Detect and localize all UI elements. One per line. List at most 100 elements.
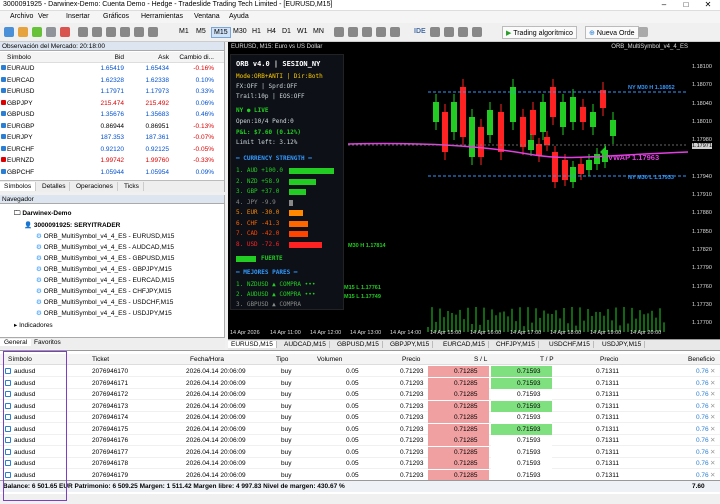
tf-m30[interactable]: M30 bbox=[231, 27, 249, 36]
header-symbol[interactable]: Símbolo bbox=[7, 54, 31, 61]
algo-trading-button[interactable]: ▶ Trading algorítmico bbox=[502, 26, 577, 39]
trendline-icon[interactable] bbox=[106, 27, 116, 37]
chart-tab[interactable]: GBPUSD,M15 bbox=[334, 341, 383, 348]
sl-cell[interactable]: 0.71285 bbox=[428, 435, 489, 446]
market-watch-row[interactable]: EURGBP 0.86944 0.86951 -0.13% bbox=[0, 121, 224, 132]
col-volume[interactable]: Volumen bbox=[317, 356, 342, 363]
sl-cell[interactable]: 0.71285 bbox=[428, 400, 489, 412]
terminal-icon[interactable] bbox=[60, 27, 70, 37]
nav-account[interactable]: 👤 3000091925: SERYITRADER bbox=[24, 221, 120, 229]
tf-h4[interactable]: H4 bbox=[265, 27, 278, 36]
tf-m15[interactable]: M15 bbox=[211, 27, 231, 38]
chart-tab[interactable]: AUDCAD,M15 bbox=[281, 341, 330, 348]
col-ticket[interactable]: Ticket bbox=[92, 356, 109, 363]
header-change[interactable]: Cambio di... bbox=[179, 54, 214, 61]
sl-cell[interactable]: 0.71285 bbox=[428, 377, 489, 389]
market-watch-row[interactable]: EURCAD 1.62328 1.62338 0.10% bbox=[0, 75, 224, 86]
market-watch-row[interactable]: GBPJPY 215.474 215.492 0.06% bbox=[0, 98, 224, 109]
market-watch-row[interactable]: GBPUSD 1.35676 1.35683 0.46% bbox=[0, 109, 224, 120]
tab-detalles[interactable]: Detalles bbox=[38, 182, 71, 191]
trade-row[interactable]: audusd 2076946177 2026.04.14 20:06:09 buy 0.… bbox=[0, 446, 720, 458]
menu-insertar[interactable]: Insertar bbox=[66, 13, 90, 20]
market-watch-row[interactable]: EURNZD 1.99742 1.99760 -0.33% bbox=[0, 155, 224, 166]
cursor-icon[interactable] bbox=[78, 27, 88, 37]
sl-cell[interactable]: 0.71285 bbox=[428, 469, 489, 481]
sl-cell[interactable]: 0.71285 bbox=[428, 366, 489, 377]
tp-cell[interactable]: 0.71593 bbox=[491, 377, 552, 389]
ide-button[interactable]: IDE bbox=[412, 27, 428, 36]
close-button[interactable]: ✕ bbox=[698, 0, 718, 11]
close-position-icon[interactable]: ✕ bbox=[710, 471, 715, 479]
nav-expert-item[interactable]: ⚙ ORB_MultiSymbol_v4_4_ES - USDCHF,M15 bbox=[36, 298, 173, 306]
trade-row[interactable]: audusd 2076946175 2026.04.14 20:06:09 buy 0.… bbox=[0, 423, 720, 435]
templates-icon[interactable] bbox=[362, 27, 372, 37]
nav-expert-item[interactable]: ⚙ ORB_MultiSymbol_v4_4_ES - EURCAD,M15 bbox=[36, 276, 174, 284]
tab-simbolos[interactable]: Símbolos bbox=[0, 182, 37, 191]
chart-tab[interactable]: USDCHF,M15 bbox=[546, 341, 594, 348]
menu-archivo[interactable]: Archivo bbox=[10, 13, 33, 20]
header-ask[interactable]: Ask bbox=[158, 54, 169, 61]
nav-expert-item[interactable]: ⚙ ORB_MultiSymbol_v4_4_ES - GBPUSD,M15 bbox=[36, 254, 174, 262]
market-icon[interactable] bbox=[444, 27, 454, 37]
chart-tab[interactable]: EURUSD,M15 bbox=[228, 341, 277, 348]
menu-herramientas[interactable]: Herramientas bbox=[141, 13, 183, 20]
nav-indicators[interactable]: ▸ Indicadores bbox=[14, 321, 53, 329]
crosshair-icon[interactable] bbox=[92, 27, 102, 37]
close-position-icon[interactable]: ✕ bbox=[710, 459, 715, 467]
menu-ver[interactable]: Ver bbox=[38, 13, 49, 20]
close-position-icon[interactable]: ✕ bbox=[710, 390, 715, 398]
tp-cell[interactable]: 0.71593 bbox=[491, 435, 552, 446]
navigator-icon[interactable] bbox=[46, 27, 56, 37]
nav-expert-item[interactable]: ⚙ ORB_MultiSymbol_v4_4_ES - USDJPY,M15 bbox=[36, 309, 172, 317]
close-position-icon[interactable]: ✕ bbox=[710, 379, 715, 387]
trade-row[interactable]: audusd 2076946176 2026.04.14 20:06:09 buy 0.… bbox=[0, 435, 720, 446]
close-position-icon[interactable]: ✕ bbox=[710, 367, 715, 375]
tf-h1[interactable]: H1 bbox=[250, 27, 263, 36]
trade-row[interactable]: audusd 2076946174 2026.04.14 20:06:09 buy 0.… bbox=[0, 412, 720, 423]
nav-expert-item[interactable]: ⚙ ORB_MultiSymbol_v4_4_ES - CHFJPY,M15 bbox=[36, 287, 171, 295]
sl-cell[interactable]: 0.71285 bbox=[428, 412, 489, 423]
tf-mn[interactable]: MN bbox=[311, 27, 326, 36]
calendar-icon[interactable] bbox=[472, 27, 482, 37]
maximize-button[interactable]: □ bbox=[676, 0, 696, 11]
close-position-icon[interactable]: ✕ bbox=[710, 436, 715, 444]
nav-broker[interactable]: 🗀 Darwinex-Demo bbox=[14, 209, 71, 220]
more-icon[interactable] bbox=[638, 27, 648, 37]
tf-d1[interactable]: D1 bbox=[280, 27, 293, 36]
trade-row[interactable]: audusd 2076946170 2026.04.14 20:06:09 buy 0.… bbox=[0, 366, 720, 377]
tp-cell[interactable]: 0.71593 bbox=[491, 469, 552, 481]
tp-cell[interactable]: 0.71593 bbox=[491, 423, 552, 435]
market-watch-row[interactable]: EURCHF 0.92120 0.92125 -0.05% bbox=[0, 144, 224, 155]
col-price[interactable]: Precio bbox=[402, 356, 420, 363]
header-bid[interactable]: Bid bbox=[115, 54, 124, 61]
col-sl[interactable]: S / L bbox=[474, 356, 487, 363]
close-position-icon[interactable]: ✕ bbox=[710, 448, 715, 456]
new-chart-icon[interactable] bbox=[4, 27, 14, 37]
chart-tab[interactable]: USDJPY,M15 bbox=[599, 341, 646, 348]
menu-graficos[interactable]: Gráficos bbox=[103, 13, 129, 20]
tab-ticks[interactable]: Ticks bbox=[120, 182, 144, 191]
col-profit[interactable]: Beneficio bbox=[688, 356, 715, 363]
tab-operaciones[interactable]: Operaciones bbox=[72, 182, 118, 191]
tp-cell[interactable]: 0.71593 bbox=[491, 389, 552, 400]
trade-row[interactable]: audusd 2076946178 2026.04.14 20:06:09 buy 0.… bbox=[0, 458, 720, 469]
col-time[interactable]: Fecha/Hora bbox=[190, 356, 224, 363]
market-watch-row[interactable]: GBPCHF 1.05944 1.05954 0.09% bbox=[0, 167, 224, 178]
sl-cell[interactable]: 0.71285 bbox=[428, 423, 489, 435]
menu-ventana[interactable]: Ventana bbox=[194, 13, 220, 20]
market-watch-row[interactable]: EURJPY 187.353 187.361 -0.07% bbox=[0, 132, 224, 143]
signals-icon[interactable] bbox=[430, 27, 440, 37]
tp-cell[interactable]: 0.71593 bbox=[491, 400, 552, 412]
sl-cell[interactable]: 0.71285 bbox=[428, 458, 489, 469]
trade-row[interactable]: audusd 2076946172 2026.04.14 20:06:09 buy 0.… bbox=[0, 389, 720, 400]
tab-general[interactable]: General bbox=[0, 339, 32, 346]
close-position-icon[interactable]: ✕ bbox=[710, 413, 715, 421]
tab-favoritos[interactable]: Favoritos bbox=[30, 339, 65, 346]
trade-row[interactable]: audusd 2076946171 2026.04.14 20:06:09 buy 0.… bbox=[0, 377, 720, 389]
profiles-icon[interactable] bbox=[18, 27, 28, 37]
zoom-in-icon[interactable] bbox=[376, 27, 386, 37]
col-type[interactable]: Tipo bbox=[276, 356, 288, 363]
tp-cell[interactable]: 0.71593 bbox=[491, 458, 552, 469]
vps-icon[interactable] bbox=[458, 27, 468, 37]
chart-tab[interactable]: GBPJPY,M15 bbox=[387, 341, 434, 348]
